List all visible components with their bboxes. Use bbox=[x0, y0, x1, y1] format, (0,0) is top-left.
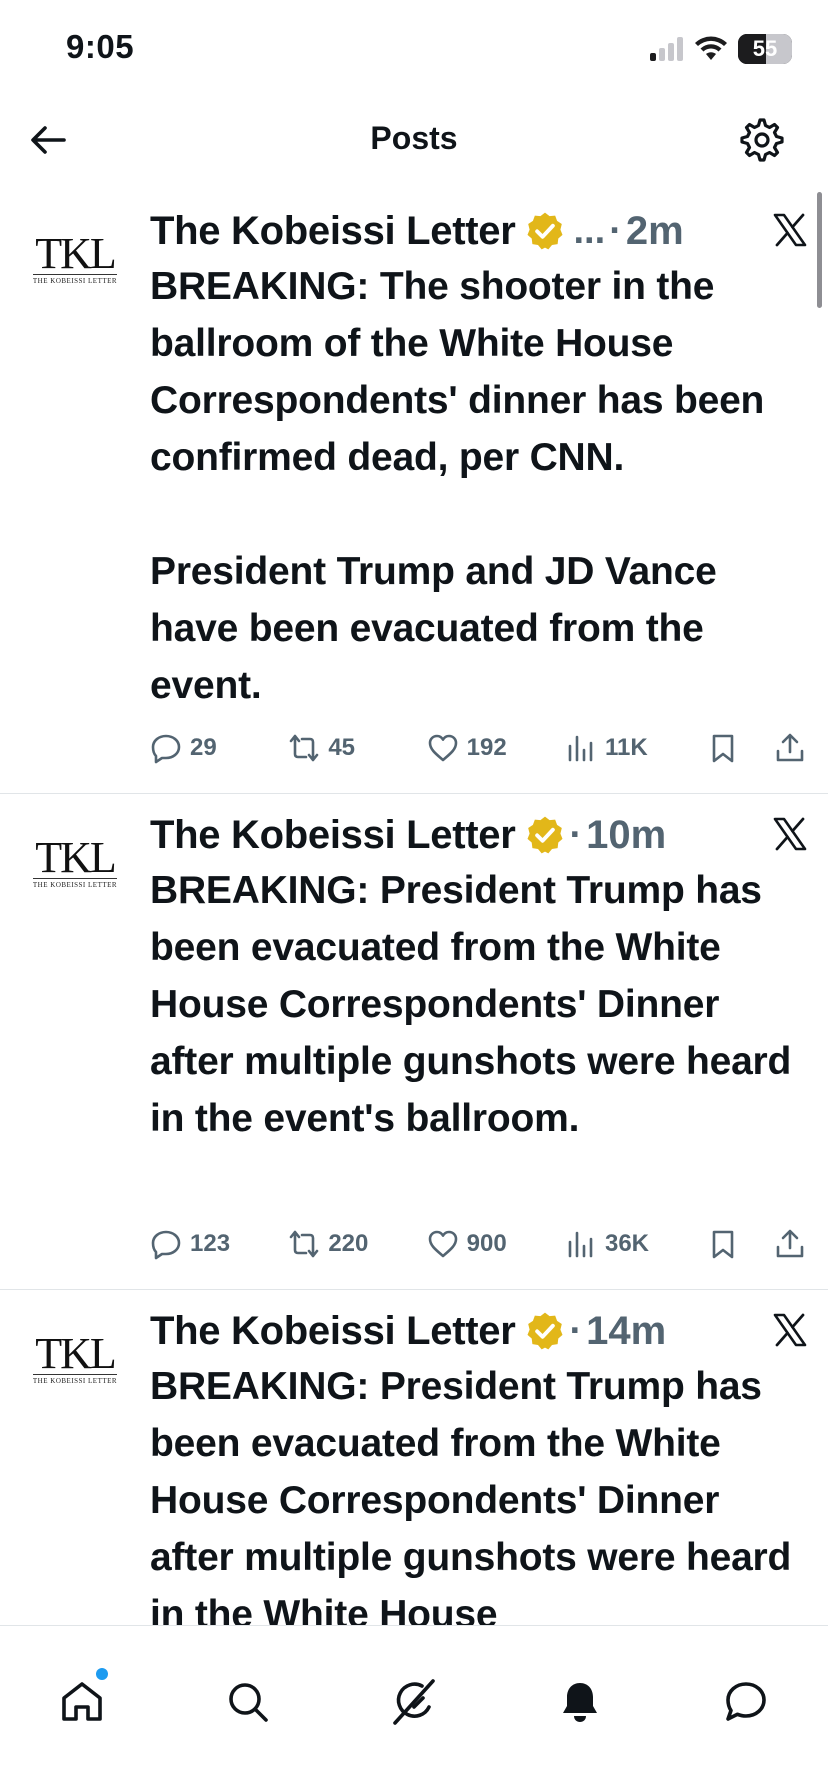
status-icons: 55 bbox=[650, 34, 792, 64]
like-button[interactable]: 192 bbox=[427, 732, 565, 764]
reply-count: 123 bbox=[190, 1230, 231, 1257]
bookmark-button[interactable] bbox=[707, 1228, 774, 1260]
views-button[interactable]: 11K bbox=[565, 732, 707, 764]
views-chart-icon bbox=[568, 735, 593, 762]
home-icon bbox=[62, 1682, 102, 1721]
bell-icon bbox=[563, 1683, 597, 1722]
avatar-logo-subtext: THE KOBEISSI LETTER bbox=[32, 274, 118, 285]
heart-icon bbox=[428, 1230, 457, 1258]
avatar[interactable]: TKL THE KOBEISSI LETTER bbox=[22, 1329, 128, 1388]
post-actions: 29 45 192 11K bbox=[150, 728, 814, 768]
separator-dot: · bbox=[569, 1309, 583, 1352]
nav-messages[interactable] bbox=[718, 1674, 774, 1730]
signal-icon bbox=[650, 37, 683, 61]
post-actions: 123 220 900 36K bbox=[150, 1224, 814, 1264]
views-chart-icon bbox=[568, 1231, 593, 1258]
post-time[interactable]: 14m bbox=[586, 1309, 666, 1354]
repost-count: 45 bbox=[328, 734, 356, 761]
verified-badge-icon bbox=[527, 1312, 562, 1350]
author-name[interactable]: The Kobeissi Letter bbox=[150, 813, 516, 858]
bookmark-icon bbox=[712, 734, 734, 763]
repost-count: 220 bbox=[328, 1230, 369, 1257]
x-logo-icon[interactable] bbox=[772, 212, 808, 248]
post-time[interactable]: 2m bbox=[626, 209, 684, 254]
author-name[interactable]: The Kobeissi Letter bbox=[150, 209, 516, 254]
post-text: BREAKING: The shooter in the ballroom of… bbox=[150, 265, 765, 707]
settings-button[interactable] bbox=[738, 116, 786, 164]
post-header: The Kobeissi Letter · 10m bbox=[150, 808, 808, 862]
bottom-nav bbox=[0, 1625, 828, 1792]
views-count: 36K bbox=[604, 1230, 650, 1257]
post-text: BREAKING: President Trump has been evacu… bbox=[150, 869, 802, 1140]
reply-button[interactable]: 123 bbox=[150, 1228, 288, 1260]
repost-button[interactable]: 45 bbox=[288, 732, 426, 764]
wifi-icon bbox=[695, 36, 727, 60]
avatar[interactable]: TKL THE KOBEISSI LETTER bbox=[22, 229, 128, 288]
posts-feed: TKL THE KOBEISSI LETTER The Kobeissi Let… bbox=[0, 190, 828, 1625]
post-body: The Kobeissi Letter · 14m BREAKING: Pres… bbox=[150, 1304, 808, 1626]
repost-icon bbox=[290, 734, 319, 762]
post-header: The Kobeissi Letter · 14m bbox=[150, 1304, 808, 1358]
post-text: BREAKING: President Trump has been evacu… bbox=[150, 1365, 802, 1625]
page-title: Posts bbox=[370, 120, 458, 156]
home-notification-dot bbox=[96, 1668, 108, 1680]
avatar-logo: TKL bbox=[35, 1329, 117, 1378]
handle-truncated: ... bbox=[573, 209, 606, 252]
status-bar: 9:05 55 bbox=[0, 0, 828, 100]
nav-search[interactable] bbox=[220, 1674, 276, 1730]
share-button[interactable] bbox=[774, 1228, 814, 1260]
post[interactable]: TKL THE KOBEISSI LETTER The Kobeissi Let… bbox=[0, 1290, 828, 1625]
like-count: 192 bbox=[466, 734, 507, 761]
avatar-logo: TKL bbox=[35, 833, 117, 882]
verified-badge-icon bbox=[527, 212, 562, 250]
nav-home[interactable] bbox=[54, 1674, 110, 1730]
message-icon bbox=[726, 1682, 766, 1721]
reply-button[interactable]: 29 bbox=[150, 732, 288, 764]
like-count: 900 bbox=[466, 1230, 507, 1257]
reply-icon bbox=[151, 1230, 181, 1260]
like-button[interactable]: 900 bbox=[427, 1228, 565, 1260]
avatar-logo: TKL bbox=[35, 229, 117, 278]
nav-notifications[interactable] bbox=[552, 1674, 608, 1730]
heart-icon bbox=[428, 734, 457, 762]
repost-icon bbox=[290, 1230, 319, 1258]
post-header: The Kobeissi Letter ... · 2m bbox=[150, 204, 808, 258]
share-icon bbox=[777, 733, 804, 762]
status-time: 9:05 bbox=[66, 28, 135, 65]
bookmark-button[interactable] bbox=[707, 732, 774, 764]
reply-count: 29 bbox=[190, 734, 217, 761]
grok-icon bbox=[393, 1679, 435, 1725]
post-time[interactable]: 10m bbox=[586, 813, 666, 858]
views-count: 11K bbox=[604, 734, 648, 761]
header: Posts bbox=[0, 100, 828, 180]
separator-dot: · bbox=[569, 813, 583, 856]
bookmark-icon bbox=[712, 1230, 734, 1259]
x-logo-icon[interactable] bbox=[772, 816, 808, 852]
post-body: The Kobeissi Letter ... · 2m BREAKING: T… bbox=[150, 204, 808, 714]
gear-icon bbox=[740, 118, 784, 162]
views-button[interactable]: 36K bbox=[565, 1228, 707, 1260]
share-button[interactable] bbox=[774, 732, 814, 764]
reply-icon bbox=[151, 734, 181, 764]
search-icon bbox=[229, 1683, 268, 1722]
author-name[interactable]: The Kobeissi Letter bbox=[150, 1309, 516, 1354]
x-logo-icon[interactable] bbox=[772, 1312, 808, 1348]
post[interactable]: TKL THE KOBEISSI LETTER The Kobeissi Let… bbox=[0, 190, 828, 794]
avatar[interactable]: TKL THE KOBEISSI LETTER bbox=[22, 833, 128, 892]
battery-level: 55 bbox=[752, 36, 778, 61]
avatar-logo-subtext: THE KOBEISSI LETTER bbox=[32, 1374, 118, 1385]
separator-dot: · bbox=[609, 209, 622, 252]
avatar-logo-subtext: THE KOBEISSI LETTER bbox=[32, 878, 118, 889]
post[interactable]: TKL THE KOBEISSI LETTER The Kobeissi Let… bbox=[0, 794, 828, 1290]
battery-icon: 55 bbox=[738, 34, 792, 64]
post-body: The Kobeissi Letter · 10m BREAKING: Pres… bbox=[150, 808, 808, 1147]
repost-button[interactable]: 220 bbox=[288, 1228, 426, 1260]
share-icon bbox=[777, 1229, 804, 1258]
verified-badge-icon bbox=[527, 816, 562, 854]
nav-grok[interactable] bbox=[386, 1674, 442, 1730]
